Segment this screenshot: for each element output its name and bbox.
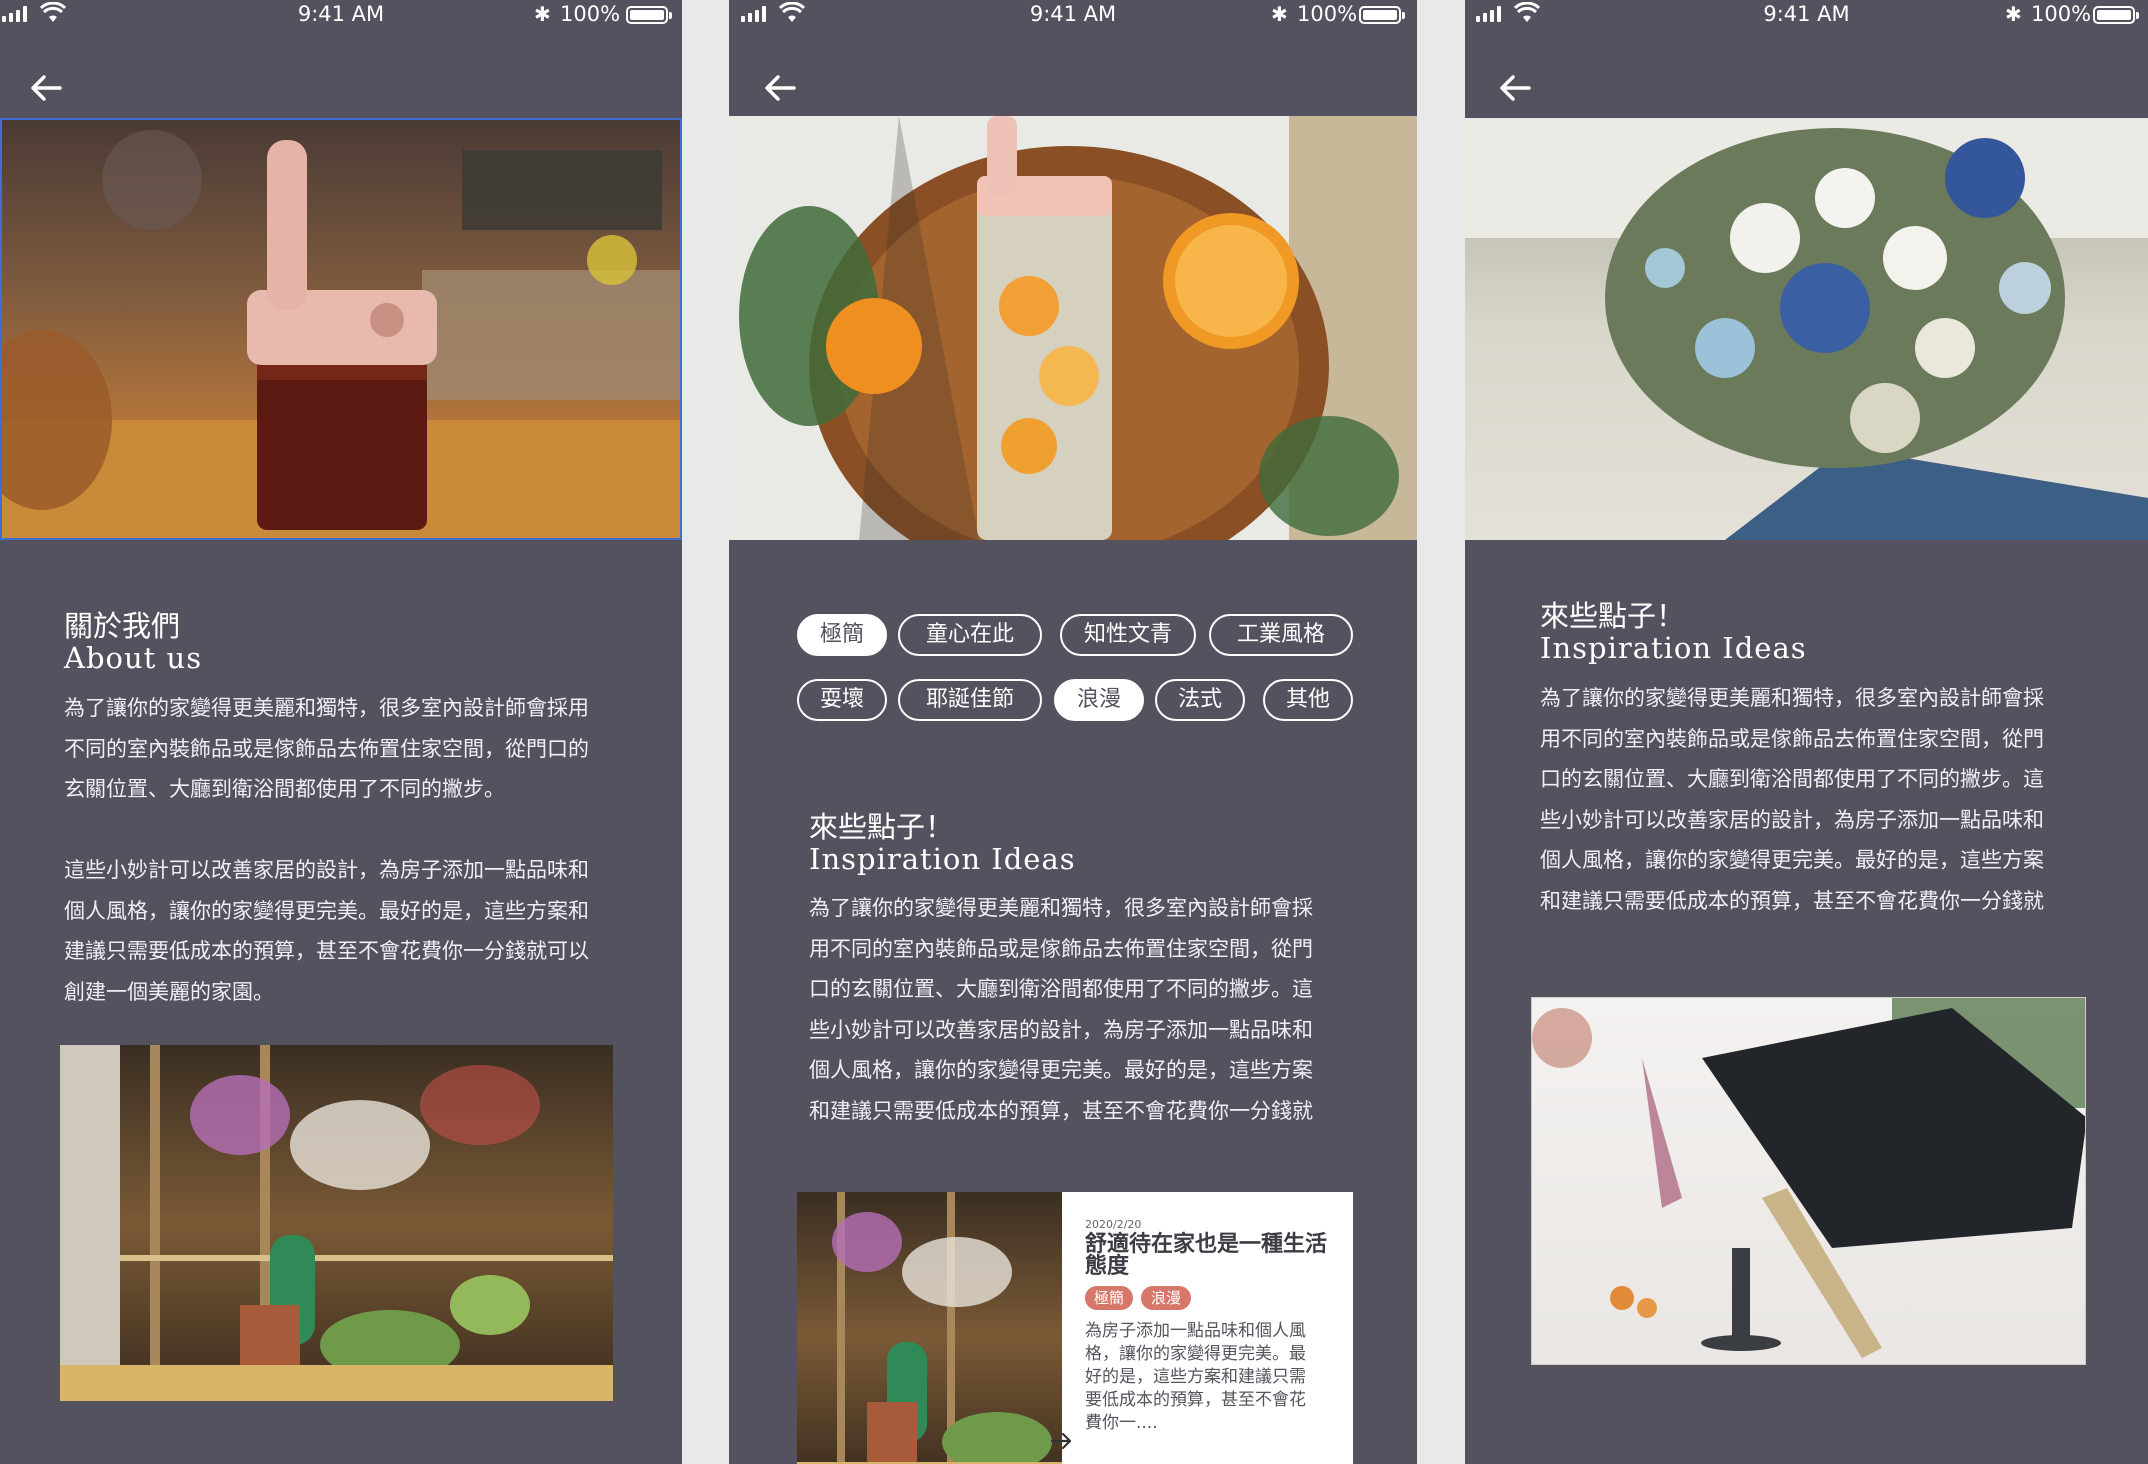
back-arrow-icon[interactable] [26, 68, 66, 108]
bluetooth-icon: ✱ [2005, 2, 2022, 26]
tag-chip[interactable]: 極簡 [797, 614, 887, 656]
battery-icon [2093, 6, 2139, 24]
about-paragraph-2: 這些小妙計可以改善家居的設計，為房子添加一點品味和 個人風格，讓你的家變得更完美… [64, 858, 589, 1004]
article-tag[interactable]: 極簡 [1085, 1286, 1133, 1310]
flower-shop-image [60, 1045, 613, 1401]
ideas-title-zh: 來些點子！ [809, 810, 955, 844]
tag-chip[interactable]: 工業風格 [1209, 614, 1353, 656]
tag-chip[interactable]: 法式 [1155, 679, 1245, 721]
tag-chip[interactable]: 浪漫 [1054, 679, 1144, 721]
hero-image-tea-tumbler [0, 118, 682, 540]
about-title-zh: 關於我們 [64, 609, 181, 643]
article-thumbnail [797, 1192, 1062, 1464]
battery-percent: 100% [1297, 2, 1358, 26]
arrow-right-icon[interactable] [1049, 1428, 1075, 1454]
hero-image-flower-bouquet [1465, 118, 2148, 540]
ideas-title-en: Inspiration Ideas [1540, 631, 1807, 665]
battery-percent: 100% [2031, 2, 2092, 26]
status-bar: 9:41 AM ✱ 100% [1465, 0, 2148, 34]
article-card[interactable]: 2020/2/20 舒適待在家也是一種生活態度 極簡 浪漫 為房子添加一點品味和… [797, 1192, 1353, 1464]
screen-inspiration-tags: 9:41 AM ✱ 100% 極簡 童心在此 知性文青 工業風格 耍壞 耶誕佳節… [729, 0, 1417, 1464]
ideas-title-en: Inspiration Ideas [809, 842, 1076, 876]
battery-icon [626, 6, 672, 24]
hero-image-infused-water [729, 116, 1417, 540]
status-bar: 9:41 AM ✱ 100% [0, 0, 682, 34]
ideas-paragraph: 為了讓你的家變得更美麗和獨特，很多室內設計師會採 用不同的室內裝飾品或是傢飾品去… [1540, 686, 2044, 913]
article-date: 2020/2/20 [1085, 1218, 1142, 1231]
ideas-paragraph: 為了讓你的家變得更美麗和獨特，很多室內設計師會採 用不同的室內裝飾品或是傢飾品去… [809, 896, 1313, 1123]
battery-icon [1359, 6, 1405, 24]
about-title-en: About us [64, 641, 203, 675]
battery-percent: 100% [560, 2, 621, 26]
bluetooth-icon: ✱ [534, 2, 551, 26]
perfume-box-image [1531, 997, 2086, 1365]
article-tag[interactable]: 浪漫 [1141, 1286, 1191, 1310]
article-excerpt: 為房子添加一點品味和個人風 格，讓你的家變得更完美。最 好的是，這些方案和建議只… [1085, 1321, 1306, 1433]
about-paragraph-1: 為了讓你的家變得更美麗和獨特，很多室內設計師會採用 不同的室內裝飾品或是傢飾品去… [64, 696, 589, 801]
ideas-title-zh: 來些點子！ [1540, 599, 1686, 633]
screen-inspiration-ideas: 9:41 AM ✱ 100% 來些點子！ Inspiration Ideas 為… [1465, 0, 2148, 1464]
screen-about-us: 9:41 AM ✱ 100% 關於我們 About us 為了讓你的家變得更美麗… [0, 0, 682, 1464]
tag-chip[interactable]: 其他 [1263, 679, 1353, 721]
tag-chip[interactable]: 耶誕佳節 [898, 679, 1042, 721]
status-bar: 9:41 AM ✱ 100% [729, 0, 1417, 34]
tag-chip[interactable]: 耍壞 [797, 679, 887, 721]
back-arrow-icon[interactable] [760, 68, 800, 108]
bluetooth-icon: ✱ [1271, 2, 1288, 26]
back-arrow-icon[interactable] [1495, 68, 1535, 108]
tag-chip[interactable]: 知性文青 [1060, 614, 1196, 656]
tag-chip[interactable]: 童心在此 [898, 614, 1042, 656]
article-title[interactable]: 舒適待在家也是一種生活態度 [1085, 1234, 1335, 1278]
